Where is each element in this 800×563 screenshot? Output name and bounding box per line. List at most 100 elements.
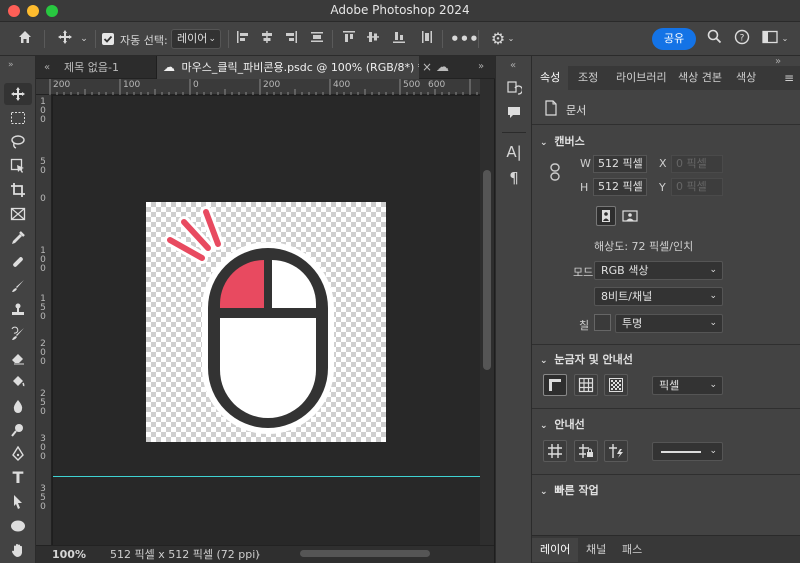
home-icon[interactable] bbox=[14, 29, 36, 49]
document-info: 512 픽셀 x 512 픽셀 (72 ppi) bbox=[110, 548, 260, 561]
dropdown-value: 투명 bbox=[622, 317, 643, 330]
pen-tool-icon[interactable] bbox=[4, 443, 32, 465]
collapse-icon[interactable]: « bbox=[44, 62, 50, 73]
tab-active-document[interactable]: ☁ 마우스_클릭_파비콘용.psdc @ 100% (RGB/8*) * bbox=[157, 56, 419, 79]
lock-guides-icon[interactable] bbox=[574, 440, 598, 462]
crop-tool-icon[interactable] bbox=[4, 179, 32, 201]
lasso-tool-icon[interactable] bbox=[4, 131, 32, 153]
blur-tool-icon[interactable] bbox=[4, 395, 32, 417]
ellipse-tool-icon[interactable] bbox=[4, 515, 32, 537]
move-tool-icon[interactable] bbox=[54, 29, 76, 49]
clone-stamp-tool-icon[interactable] bbox=[4, 299, 32, 321]
tab-adjustments[interactable]: 조정 bbox=[578, 66, 598, 90]
workspace-icon[interactable] bbox=[760, 29, 780, 49]
help-icon[interactable]: ? bbox=[732, 29, 752, 49]
align-bottom-icon[interactable] bbox=[390, 29, 408, 49]
chevron-down-icon[interactable]: ⌄ bbox=[780, 29, 790, 49]
character-icon[interactable]: A| bbox=[504, 142, 524, 162]
y-field[interactable]: 0 픽셀 bbox=[671, 178, 723, 196]
horizontal-scroll-thumb[interactable] bbox=[300, 550, 430, 557]
auto-select-checkbox[interactable] bbox=[102, 33, 114, 45]
dropdown-value: 픽셀 bbox=[659, 379, 680, 392]
more-options-icon[interactable]: ••• bbox=[450, 29, 479, 49]
bit-depth-dropdown[interactable]: 8비트/채널 ⌄ bbox=[594, 287, 723, 306]
panel-menu-icon[interactable]: ≡ bbox=[784, 66, 794, 90]
history-brush-tool-icon[interactable] bbox=[4, 323, 32, 345]
align-left-icon[interactable] bbox=[234, 29, 252, 49]
search-icon[interactable] bbox=[704, 29, 724, 49]
height-field[interactable]: 512 픽셀 bbox=[593, 178, 647, 196]
fill-dropdown[interactable]: 투명 ⌄ bbox=[615, 314, 723, 333]
vertical-scroll-thumb[interactable] bbox=[483, 170, 491, 370]
gear-icon[interactable]: ⚙ bbox=[488, 29, 508, 49]
frame-tool-icon[interactable] bbox=[4, 203, 32, 225]
hand-tool-icon[interactable] bbox=[4, 539, 32, 561]
tab-properties[interactable]: 속성 bbox=[532, 66, 569, 90]
comments-icon[interactable] bbox=[504, 104, 524, 124]
auto-select-dropdown[interactable]: 레이어 ⌄ bbox=[171, 29, 221, 49]
chevron-down-icon[interactable]: ⌄ bbox=[506, 29, 516, 49]
align-center-icon[interactable] bbox=[258, 29, 276, 49]
show-guides-icon[interactable] bbox=[543, 440, 567, 462]
status-menu-arrow[interactable]: › bbox=[256, 546, 260, 563]
landscape-orientation-button[interactable] bbox=[620, 206, 640, 226]
tab-swatches[interactable]: 색상 견본 bbox=[678, 66, 722, 90]
tab-layers[interactable]: 레이어 bbox=[532, 538, 579, 562]
tab-paths[interactable]: 패스 bbox=[622, 538, 642, 562]
guides-section-header[interactable]: ⌄ 안내선 bbox=[540, 416, 585, 432]
chevron-down-icon: ⌄ bbox=[709, 291, 717, 301]
healing-brush-tool-icon[interactable] bbox=[4, 251, 32, 273]
paragraph-icon[interactable]: ¶ bbox=[504, 168, 524, 188]
width-field[interactable]: 512 픽셀 bbox=[593, 155, 647, 173]
object-selection-tool-icon[interactable] bbox=[4, 155, 32, 177]
portrait-orientation-button[interactable] bbox=[596, 206, 616, 226]
quick-actions-section-header[interactable]: ⌄ 빠른 작업 bbox=[540, 482, 599, 498]
marquee-tool-icon[interactable] bbox=[4, 107, 32, 129]
guide-line[interactable] bbox=[53, 476, 480, 477]
tab-color[interactable]: 색상 bbox=[736, 66, 756, 90]
guide-style-dropdown[interactable]: ⌄ bbox=[652, 442, 723, 461]
ruler-label: 200 bbox=[40, 339, 46, 367]
document-canvas[interactable] bbox=[146, 202, 386, 442]
path-selection-tool-icon[interactable] bbox=[4, 491, 32, 513]
history-icon[interactable] bbox=[504, 80, 524, 100]
brush-tool-icon[interactable] bbox=[4, 275, 32, 297]
paint-bucket-tool-icon[interactable] bbox=[4, 371, 32, 393]
tab-channels[interactable]: 채널 bbox=[586, 538, 606, 562]
smart-guides-icon[interactable] bbox=[604, 440, 628, 462]
color-mode-dropdown[interactable]: RGB 색상 ⌄ bbox=[594, 261, 723, 280]
move-tool-icon[interactable] bbox=[4, 83, 32, 105]
link-icon[interactable] bbox=[549, 163, 561, 184]
collapse-icon[interactable]: » bbox=[8, 60, 14, 70]
chevron-down-icon[interactable]: ⌄ bbox=[78, 29, 90, 49]
align-right-icon[interactable] bbox=[282, 29, 300, 49]
type-tool-icon[interactable]: T bbox=[4, 467, 32, 489]
more-tabs-icon[interactable]: » bbox=[478, 61, 484, 72]
align-top-icon[interactable] bbox=[340, 29, 358, 49]
eraser-tool-icon[interactable] bbox=[4, 347, 32, 369]
y-label: Y bbox=[659, 181, 666, 194]
rulers-grids-section-header[interactable]: ⌄ 눈금자 및 안내선 bbox=[540, 351, 633, 367]
ruler-units-dropdown[interactable]: 픽셀 ⌄ bbox=[652, 376, 723, 395]
svg-text:?: ? bbox=[740, 34, 745, 44]
distribute-icon[interactable] bbox=[308, 29, 326, 49]
ruler-label: 0 bbox=[40, 194, 46, 204]
eyedropper-tool-icon[interactable] bbox=[4, 227, 32, 249]
distribute-vertical-icon[interactable] bbox=[418, 29, 436, 49]
fill-swatch[interactable] bbox=[594, 314, 611, 331]
zoom-level[interactable]: 100% bbox=[52, 546, 86, 563]
grid-toggle-icon[interactable] bbox=[574, 374, 598, 396]
tab-untitled[interactable]: 제목 없음-1 bbox=[54, 56, 154, 79]
align-middle-icon[interactable] bbox=[364, 29, 382, 49]
fill-label: 칠 bbox=[579, 319, 590, 332]
x-field[interactable]: 0 픽셀 bbox=[671, 155, 723, 173]
close-tab-icon[interactable]: × bbox=[422, 60, 432, 74]
ruler-toggle-icon[interactable] bbox=[543, 374, 567, 396]
share-button[interactable]: 공유 bbox=[652, 28, 696, 50]
tab-libraries[interactable]: 라이브러리 bbox=[616, 66, 667, 90]
canvas-section-header[interactable]: ⌄ 캔버스 bbox=[540, 133, 585, 149]
pixel-grid-toggle-icon[interactable] bbox=[604, 374, 628, 396]
dodge-tool-icon[interactable] bbox=[4, 419, 32, 441]
expand-icon[interactable]: « bbox=[510, 60, 516, 71]
cloud-icon[interactable]: ☁ bbox=[436, 56, 449, 79]
